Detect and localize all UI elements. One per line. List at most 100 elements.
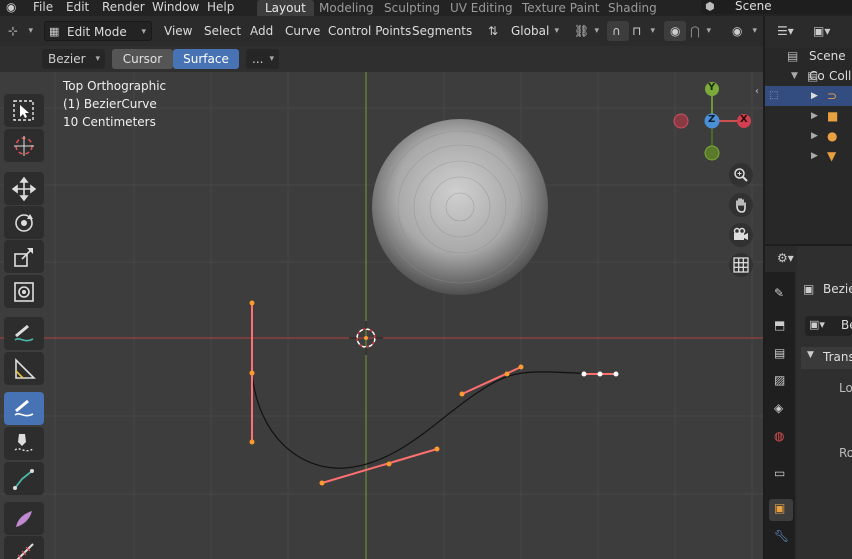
pivot-point-dropdown[interactable]: ⛓ ▾ xyxy=(570,21,604,41)
outliner-row-camera[interactable]: ▶ ■ xyxy=(765,106,852,126)
camera-icon: ■ xyxy=(827,109,839,123)
expand-arrow-icon[interactable]: ▶ xyxy=(811,106,818,126)
tool-cursor[interactable] xyxy=(4,129,44,162)
menu-curve[interactable]: Curve xyxy=(285,21,320,41)
depth-surface-button[interactable]: Surface xyxy=(173,49,239,69)
tab-view-layer-icon[interactable]: ▨ xyxy=(769,371,793,393)
tab-layout[interactable]: Layout xyxy=(257,0,314,16)
snap-toggle[interactable]: ∩ xyxy=(607,21,629,41)
visibility-dropdown[interactable]: ◉ ▾ xyxy=(730,21,762,41)
tab-sculpting[interactable]: Sculpting xyxy=(384,0,440,16)
scene-selector[interactable]: ⬢ Scene xyxy=(701,0,852,14)
tab-tool-icon[interactable]: ✎ xyxy=(769,284,793,306)
tab-collection-icon[interactable]: ▭ xyxy=(769,464,793,486)
blender-logo-icon[interactable]: ◉ xyxy=(6,0,22,14)
pan-button[interactable] xyxy=(729,193,753,217)
orientation-label: Global xyxy=(511,24,550,38)
outliner-row-light[interactable]: ▶ ● xyxy=(765,126,852,146)
menu-help[interactable]: Help xyxy=(207,0,234,16)
curve-object-icon: ⊃ xyxy=(827,89,838,103)
tool-move[interactable] xyxy=(4,172,44,205)
3d-viewport[interactable]: Y Z X ‹ Top Orthographic (1) BezierCurve… xyxy=(0,16,763,559)
expand-arrow-icon[interactable]: ▶ xyxy=(811,126,818,146)
tool-scale[interactable] xyxy=(4,240,44,273)
menu-edit[interactable]: Edit xyxy=(66,0,89,16)
more-options-label: ... xyxy=(252,52,264,66)
extrude-icon xyxy=(13,469,34,490)
outliner-row-bezier-curve[interactable]: ⬚ ▶ ⊃ xyxy=(765,86,852,106)
tab-modeling[interactable]: Modeling xyxy=(319,0,374,16)
expand-arrow-icon[interactable]: ▶ xyxy=(811,86,818,106)
menu-render[interactable]: Render xyxy=(102,0,145,16)
outliner-row-collection[interactable]: ▼ ▤ Colle xyxy=(765,66,852,86)
rotate-icon xyxy=(15,214,33,232)
cursor-icon xyxy=(14,136,34,156)
menu-control-points[interactable]: Control Points xyxy=(328,21,411,41)
expand-arrow-icon: ▼ xyxy=(807,350,814,360)
tab-texture-paint[interactable]: Texture Paint xyxy=(522,0,599,16)
menu-segments[interactable]: Segments xyxy=(412,21,472,41)
tool-select-box[interactable] xyxy=(4,94,44,127)
tool-radius[interactable] xyxy=(4,502,44,535)
expand-arrow-icon[interactable]: ▶ xyxy=(811,146,818,166)
tab-modifier-icon[interactable]: 🔧︎ xyxy=(769,527,793,549)
sidebar-toggle-icon[interactable]: ‹ xyxy=(755,86,759,97)
tool-transform[interactable] xyxy=(4,275,44,308)
menu-add[interactable]: Add xyxy=(250,21,273,41)
tab-object-icon[interactable]: ▣ xyxy=(769,499,793,521)
collection-icon: ▤ xyxy=(807,69,819,83)
mode-dropdown[interactable]: ▦ Edit Mode ▾ xyxy=(44,21,152,41)
properties-editor-icon[interactable]: ⚙▾ xyxy=(777,251,794,265)
proportional-edit-toggle[interactable]: ◉ xyxy=(664,21,686,41)
camera-view-button[interactable] xyxy=(729,223,753,247)
zoom-button[interactable] xyxy=(729,163,753,187)
display-mode-icon[interactable]: ▣▾ xyxy=(813,24,830,38)
3d-cursor-icon xyxy=(349,321,383,355)
move-icon xyxy=(12,177,36,201)
menu-select[interactable]: Select xyxy=(204,21,241,41)
grid-icon xyxy=(733,257,749,273)
tool-draw[interactable] xyxy=(4,392,44,425)
measure-icon xyxy=(15,358,36,379)
scene-icon: ⬢ xyxy=(705,0,715,13)
object-name-field[interactable]: Bezie xyxy=(823,282,852,296)
curve-type-dropdown[interactable]: Bezier ▾ xyxy=(42,49,105,69)
tab-uv-editing[interactable]: UV Editing xyxy=(450,0,513,16)
outliner-row-scene-collection[interactable]: ▤ Scene Co xyxy=(765,46,852,83)
data-selector[interactable]: ▣▾ Be xyxy=(805,316,852,336)
tilt-icon xyxy=(16,543,34,559)
tool-tilt[interactable] xyxy=(4,536,44,559)
expand-arrow-icon[interactable]: ▼ xyxy=(791,66,798,86)
gizmo-z-label[interactable]: Z xyxy=(708,114,715,125)
orientation-dropdown[interactable]: ⇅ Global ▾ xyxy=(484,21,564,41)
tool-pen[interactable] xyxy=(4,427,44,460)
viewport-header: ⊹ ▾ ▦ Edit Mode ▾ View Select Add Curve … xyxy=(0,16,763,46)
properties-content: ▣ Bezie ▣▾ Be ▼ Trans Lo Ro xyxy=(797,246,852,559)
tool-rotate[interactable] xyxy=(4,206,44,239)
tab-scene-icon[interactable]: ◈ xyxy=(769,399,793,421)
menu-view[interactable]: View xyxy=(164,21,192,41)
tab-shading[interactable]: Shading xyxy=(608,0,657,16)
object-info: (1) BezierCurve xyxy=(63,97,157,111)
tool-measure[interactable] xyxy=(4,352,44,385)
gizmo-y-label[interactable]: Y xyxy=(708,82,715,93)
tab-output-icon[interactable]: ▤ xyxy=(769,344,793,366)
gizmo-x-label[interactable]: X xyxy=(740,114,748,125)
snap-target-dropdown[interactable]: ⊓ ▾ xyxy=(630,21,660,41)
menu-window[interactable]: Window xyxy=(152,0,199,16)
transform-panel-header[interactable]: ▼ Trans xyxy=(801,347,852,369)
menu-file[interactable]: File xyxy=(33,0,53,16)
tab-world-icon[interactable]: ◍ xyxy=(769,427,793,449)
tab-render-icon[interactable]: ⬒ xyxy=(769,316,793,338)
falloff-dropdown[interactable]: ⋂ ▾ xyxy=(688,21,716,41)
editor-type-selector[interactable]: ⊹ ▾ xyxy=(4,21,38,41)
outliner-editor-icon[interactable]: ☰▾ xyxy=(777,24,794,38)
tool-extrude[interactable] xyxy=(4,462,44,495)
rotation-label: Ro xyxy=(839,446,852,460)
outliner-row-sphere[interactable]: ▶ ▼ xyxy=(765,146,852,166)
pivot-icon: ⛓ xyxy=(574,24,590,38)
tool-annotate[interactable] xyxy=(4,317,44,350)
more-options-dropdown[interactable]: ... ▾ xyxy=(246,49,279,69)
perspective-toggle-button[interactable] xyxy=(729,253,753,277)
depth-cursor-button[interactable]: Cursor xyxy=(112,49,173,69)
